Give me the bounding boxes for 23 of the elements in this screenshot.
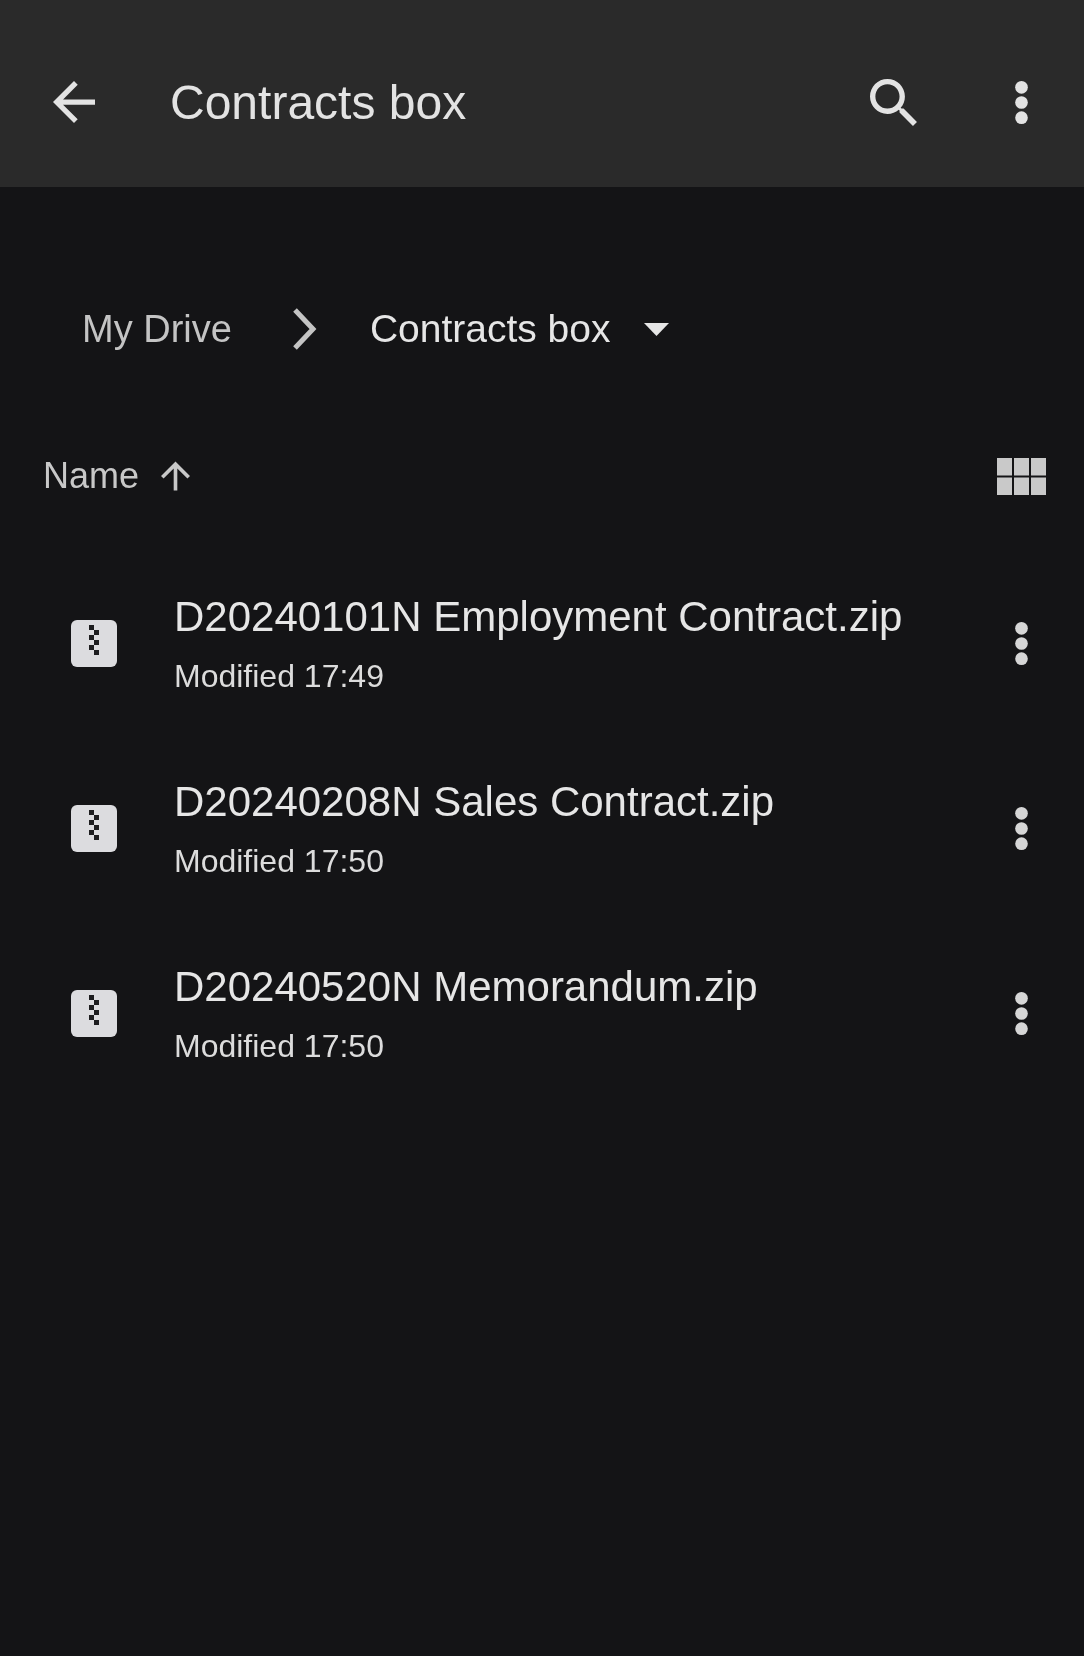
breadcrumb-item[interactable]: Contracts box [369, 307, 669, 351]
sort-by-name-button[interactable]: Name [43, 455, 191, 497]
grid-view-icon [997, 457, 1046, 495]
more-vert-icon [1015, 80, 1028, 124]
search-icon [870, 78, 917, 126]
back-arrow-icon [53, 81, 95, 123]
more-vert-icon [1015, 992, 1028, 1035]
zip-file-icon [71, 620, 117, 667]
file-name[interactable]: D20240208N Sales Contract.zip [174, 776, 775, 827]
zip-file-icon [71, 805, 117, 852]
file-name[interactable]: D20240520N Memorandum.zip [174, 961, 758, 1012]
more-vert-icon [1015, 807, 1028, 850]
dropdown-caret-icon [643, 322, 669, 336]
breadcrumb-item[interactable]: My Drive [82, 307, 232, 351]
modified-time: Modified 17:49 [174, 656, 384, 696]
grid-view-button[interactable] [997, 457, 1046, 495]
app-bar-title: Contracts box [170, 74, 467, 130]
modified-time: Modified 17:50 [174, 841, 384, 881]
chevron-right-icon [291, 307, 317, 351]
more-vert-icon [1015, 622, 1028, 665]
zip-file-icon [71, 990, 117, 1037]
file-name[interactable]: D20240101N Employment Contract.zip [174, 591, 903, 642]
modified-time: Modified 17:50 [174, 1026, 384, 1066]
